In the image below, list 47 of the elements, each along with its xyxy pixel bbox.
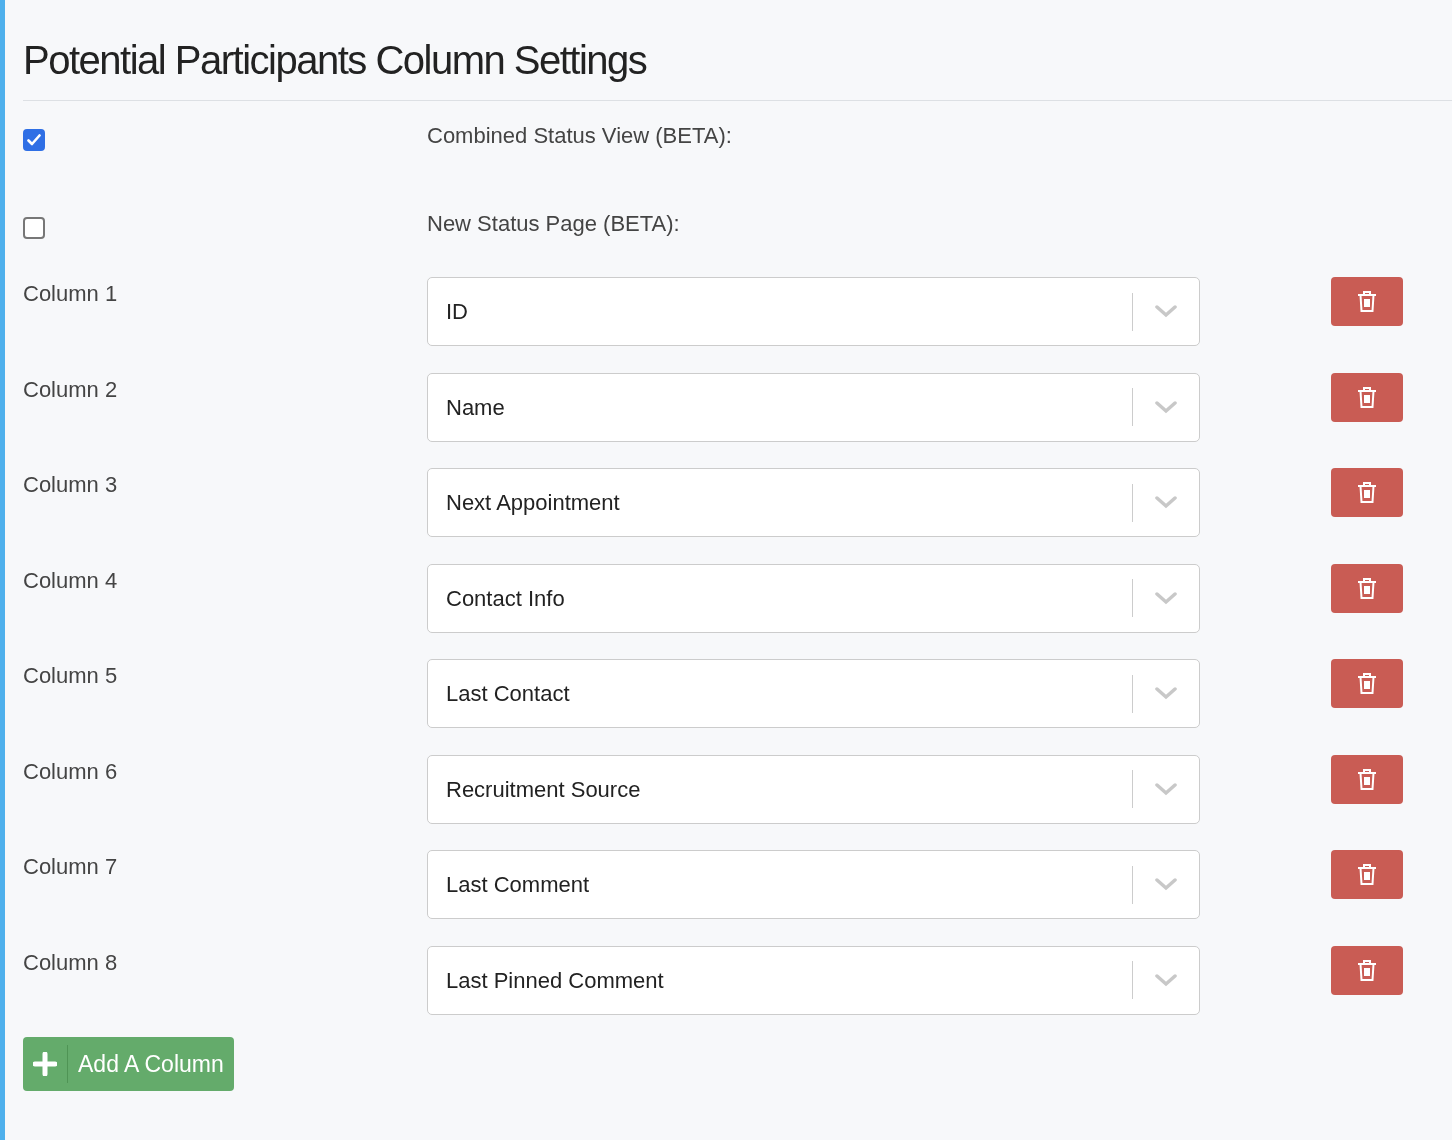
column-label: Column 1 [23, 280, 119, 308]
plus-icon [33, 1052, 57, 1076]
column-label: Column 8 [23, 948, 119, 977]
page-title: Potential Participants Column Settings [23, 38, 648, 82]
checkbox[interactable] [23, 217, 45, 239]
column-label: Column 7 [23, 853, 119, 881]
column-label: Column 5 [23, 662, 119, 690]
trash-icon [1357, 767, 1377, 791]
setting-label: New Status Page (BETA): [427, 210, 680, 238]
trash-icon [1357, 863, 1377, 886]
column-label: Column 4 [23, 566, 119, 595]
chevron-down-icon [1155, 973, 1177, 987]
trash-icon [1357, 385, 1377, 409]
delete-button[interactable] [1331, 277, 1403, 326]
chevron-down-icon [1155, 591, 1177, 605]
delete-button[interactable] [1331, 659, 1403, 708]
column-select[interactable]: Last Pinned Comment [427, 945, 1200, 1015]
column-select[interactable]: Last Comment [427, 850, 1200, 919]
column-select[interactable]: Name [427, 372, 1200, 442]
delete-button[interactable] [1331, 563, 1403, 613]
trash-icon [1357, 672, 1377, 695]
chevron-down-icon [1155, 305, 1177, 318]
column-select[interactable]: Recruitment Source [427, 754, 1200, 824]
chevron-down-icon [1155, 782, 1177, 796]
column-select[interactable]: Contact Info [427, 563, 1200, 633]
delete-button[interactable] [1331, 945, 1403, 995]
column-label: Column 6 [23, 757, 119, 786]
chevron-down-icon [1155, 496, 1177, 509]
trash-icon [1357, 576, 1377, 600]
column-select[interactable]: Last Contact [427, 659, 1200, 728]
delete-button[interactable] [1331, 468, 1403, 517]
column-label: Column 2 [23, 375, 119, 404]
checkbox[interactable] [23, 129, 45, 151]
trash-icon [1357, 958, 1377, 982]
delete-button[interactable] [1331, 754, 1403, 804]
delete-button[interactable] [1331, 850, 1403, 899]
column-select[interactable]: ID [427, 277, 1200, 346]
setting-label: Combined Status View (BETA): [427, 122, 732, 150]
chevron-down-icon [1155, 687, 1177, 700]
column-label: Column 3 [23, 471, 119, 499]
trash-icon [1357, 290, 1377, 313]
chevron-down-icon [1155, 878, 1177, 891]
trash-icon [1357, 481, 1377, 504]
checkmark-icon [27, 134, 41, 146]
delete-button[interactable] [1331, 372, 1403, 422]
column-select[interactable]: Next Appointment [427, 468, 1200, 537]
chevron-down-icon [1155, 400, 1177, 414]
